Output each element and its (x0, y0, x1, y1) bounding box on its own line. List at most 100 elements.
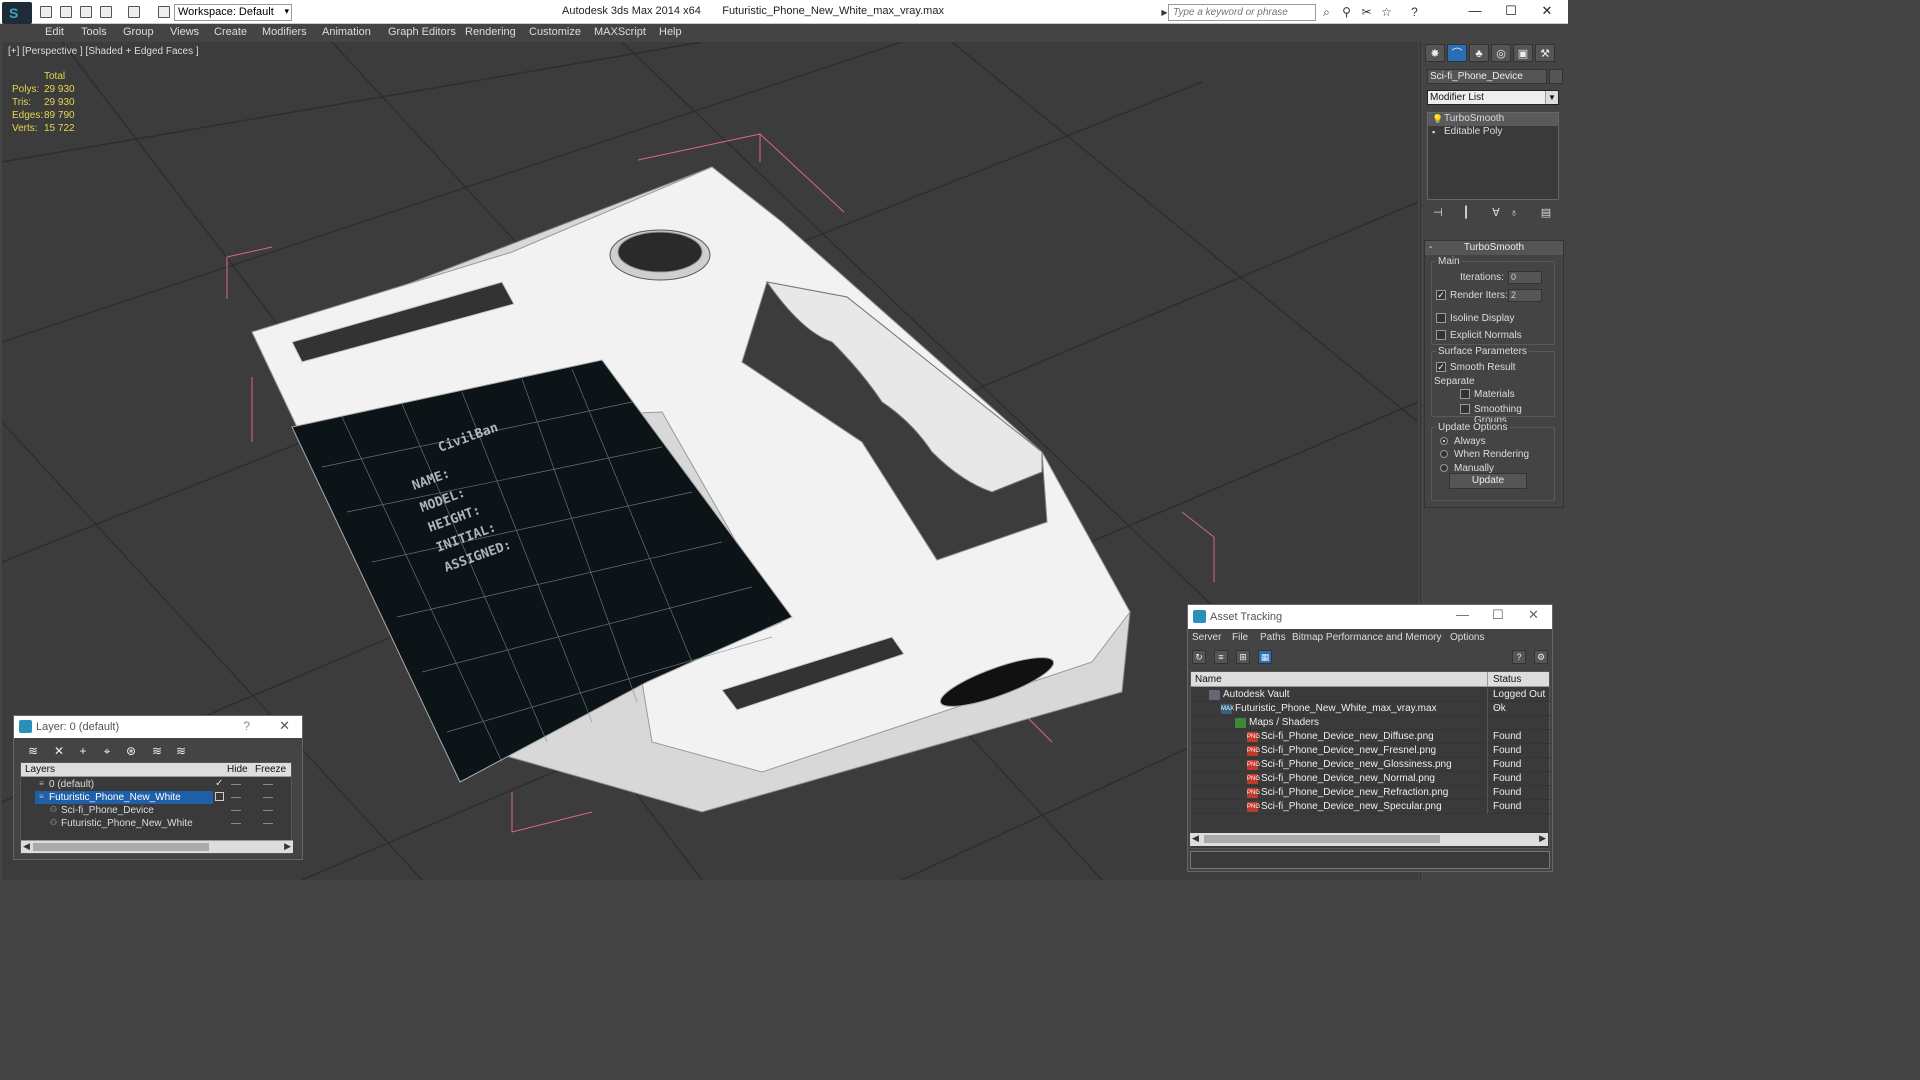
layer-row[interactable]: ≡ 0 (default) ✓ (21, 778, 293, 791)
when-rendering-radio[interactable] (1440, 450, 1448, 458)
undo-icon[interactable] (100, 6, 112, 18)
table-row[interactable]: Autodesk Vault Logged Out ... (1191, 688, 1551, 711)
expand-plus-icon[interactable]: ▪ (1432, 127, 1435, 137)
help-icon[interactable]: ? (1512, 650, 1526, 664)
pin-stack-icon[interactable]: ⊣ (1431, 206, 1445, 220)
menu-edit[interactable]: Edit (45, 26, 64, 38)
freeze-toggle[interactable] (263, 810, 273, 811)
create-tab-icon[interactable]: ✸ (1425, 44, 1445, 62)
menu-animation[interactable]: Animation (322, 26, 371, 38)
table-row[interactable]: MAX Futuristic_Phone_New_White_max_vray.… (1191, 702, 1551, 716)
render-iters-spinner[interactable]: 2 (1508, 289, 1542, 302)
configure-sets-icon[interactable]: ▤ (1539, 206, 1553, 220)
create-layer-icon[interactable]: ≋ (26, 744, 40, 758)
column-name[interactable]: Name (1195, 674, 1222, 685)
lightbulb-icon[interactable]: 💡 (1432, 114, 1443, 125)
always-radio[interactable] (1440, 437, 1448, 445)
layer-dialog-titlebar[interactable]: Layer: 0 (default) ? ✕ (14, 716, 302, 738)
hide-toggle[interactable] (231, 797, 241, 798)
utilities-tab-icon[interactable]: ⚒ (1535, 44, 1555, 62)
tree-view-icon[interactable]: ⊞ (1236, 650, 1250, 664)
render-iters-row[interactable]: ✓ Render Iters: (1436, 290, 1508, 301)
list-view-icon[interactable]: ≡ (1214, 650, 1228, 664)
refresh-icon[interactable]: ↻ (1192, 650, 1206, 664)
menu-graph-editors[interactable]: Graph Editors (388, 26, 456, 38)
hierarchy-tab-icon[interactable]: ♣ (1469, 44, 1489, 62)
menu-server[interactable]: Server (1192, 632, 1221, 643)
set-active-box[interactable] (215, 792, 224, 801)
menu-maxscript[interactable]: MAXScript (594, 26, 646, 38)
viewport-label[interactable]: [+] [Perspective ] [Shaded + Edged Faces… (8, 46, 199, 57)
menu-create[interactable]: Create (214, 26, 247, 38)
isoline-display-row[interactable]: Isoline Display (1436, 313, 1514, 324)
layer-row[interactable]: ⚇ Sci-fi_Phone_Device (21, 804, 293, 817)
manually-radio[interactable] (1440, 464, 1448, 472)
isoline-display-checkbox[interactable] (1436, 313, 1446, 323)
column-hide[interactable]: Hide (227, 764, 248, 775)
object-color-swatch[interactable] (1549, 69, 1563, 84)
maximize-button[interactable]: ☐ (1491, 2, 1531, 20)
minimize-icon[interactable]: — (1456, 607, 1469, 622)
render-iters-checkbox[interactable]: ✓ (1436, 290, 1446, 300)
column-status[interactable]: Status (1493, 674, 1521, 685)
object-name-field[interactable]: Sci-fi_Phone_Device (1427, 69, 1547, 84)
menu-views[interactable]: Views (170, 26, 199, 38)
layer-name[interactable]: ≡ 0 (default) (35, 778, 213, 791)
when-rendering-radio-row[interactable]: When Rendering (1440, 449, 1529, 460)
scrollbar-thumb[interactable] (33, 843, 209, 851)
materials-row[interactable]: Materials (1460, 389, 1515, 400)
redo-icon[interactable] (128, 6, 140, 18)
stack-item-turbosmooth[interactable]: 💡 TurboSmooth (1428, 113, 1558, 126)
explicit-normals-row[interactable]: Explicit Normals (1436, 330, 1522, 341)
column-freeze[interactable]: Freeze (255, 764, 286, 775)
make-unique-icon[interactable]: ∀ (1489, 206, 1503, 220)
close-icon[interactable]: ✕ (1528, 607, 1539, 623)
explicit-normals-checkbox[interactable] (1436, 330, 1446, 340)
table-row[interactable]: PNG Sci-fi_Phone_Device_new_Fresnel.png … (1191, 744, 1551, 758)
materials-checkbox[interactable] (1460, 389, 1470, 399)
favorites-star-icon[interactable]: ☆ (1380, 6, 1393, 19)
asset-dialog-titlebar[interactable]: Asset Tracking — ☐ ✕ (1188, 605, 1552, 629)
menu-help[interactable]: Help (659, 26, 682, 38)
show-end-result-icon[interactable]: ┃ (1459, 206, 1473, 220)
freeze-toggle[interactable] (263, 784, 273, 785)
asset-path-field[interactable] (1190, 851, 1550, 869)
update-button[interactable]: Update (1449, 473, 1527, 489)
table-row[interactable]: PNG Sci-fi_Phone_Device_new_Normal.png F… (1191, 772, 1551, 786)
object-name[interactable]: ⚇ Futuristic_Phone_New_White (47, 817, 225, 830)
motion-tab-icon[interactable]: ◎ (1491, 44, 1511, 62)
smooth-result-row[interactable]: ✓ Smooth Result (1436, 362, 1516, 373)
binoculars-icon[interactable]: ⌕ (1320, 6, 1333, 19)
menu-paths[interactable]: Paths (1260, 632, 1286, 643)
table-row[interactable]: Maps / Shaders (1191, 716, 1551, 730)
modifier-list-dropdown[interactable]: Modifier List ▼ (1427, 90, 1559, 105)
freeze-toggle[interactable] (263, 797, 273, 798)
smoothing-groups-checkbox[interactable] (1460, 404, 1470, 414)
menu-file[interactable]: File (1232, 632, 1248, 643)
close-icon[interactable]: ✕ (279, 718, 290, 734)
iterations-spinner[interactable]: 0 (1508, 271, 1542, 284)
freeze-all-layers-icon[interactable]: ≋ (174, 744, 188, 758)
select-objects-icon[interactable]: ⌖ (100, 744, 114, 758)
search-input[interactable] (1168, 4, 1316, 21)
object-name[interactable]: ⚇ Sci-fi_Phone_Device (47, 804, 225, 817)
menu-modifiers[interactable]: Modifiers (262, 26, 307, 38)
project-folder-icon[interactable] (158, 6, 170, 18)
table-row[interactable]: PNG Sci-fi_Phone_Device_new_Glossiness.p… (1191, 758, 1551, 772)
communication-center-icon[interactable]: ✂ (1360, 6, 1373, 19)
layer-row[interactable]: ≡ Futuristic_Phone_New_White (21, 791, 293, 804)
app-logo-icon[interactable]: S (2, 2, 32, 24)
scrollbar-thumb[interactable] (1204, 835, 1440, 843)
minimize-button[interactable]: — (1455, 2, 1495, 20)
table-row[interactable]: PNG Sci-fi_Phone_Device_new_Specular.png… (1191, 800, 1551, 814)
display-tab-icon[interactable]: ▣ (1513, 44, 1533, 62)
close-button[interactable]: ✕ (1527, 2, 1567, 20)
workspace-dropdown[interactable]: Workspace: Default ▾ (174, 4, 292, 21)
remove-modifier-icon[interactable]: ♁ (1507, 206, 1521, 220)
menu-bitmap-performance[interactable]: Bitmap Performance and Memory (1292, 632, 1442, 643)
menu-rendering[interactable]: Rendering (465, 26, 516, 38)
maximize-icon[interactable]: ☐ (1492, 607, 1504, 623)
menu-group[interactable]: Group (123, 26, 154, 38)
hide-all-layers-icon[interactable]: ≋ (150, 744, 164, 758)
add-to-layer-icon[interactable]: + (76, 744, 90, 758)
